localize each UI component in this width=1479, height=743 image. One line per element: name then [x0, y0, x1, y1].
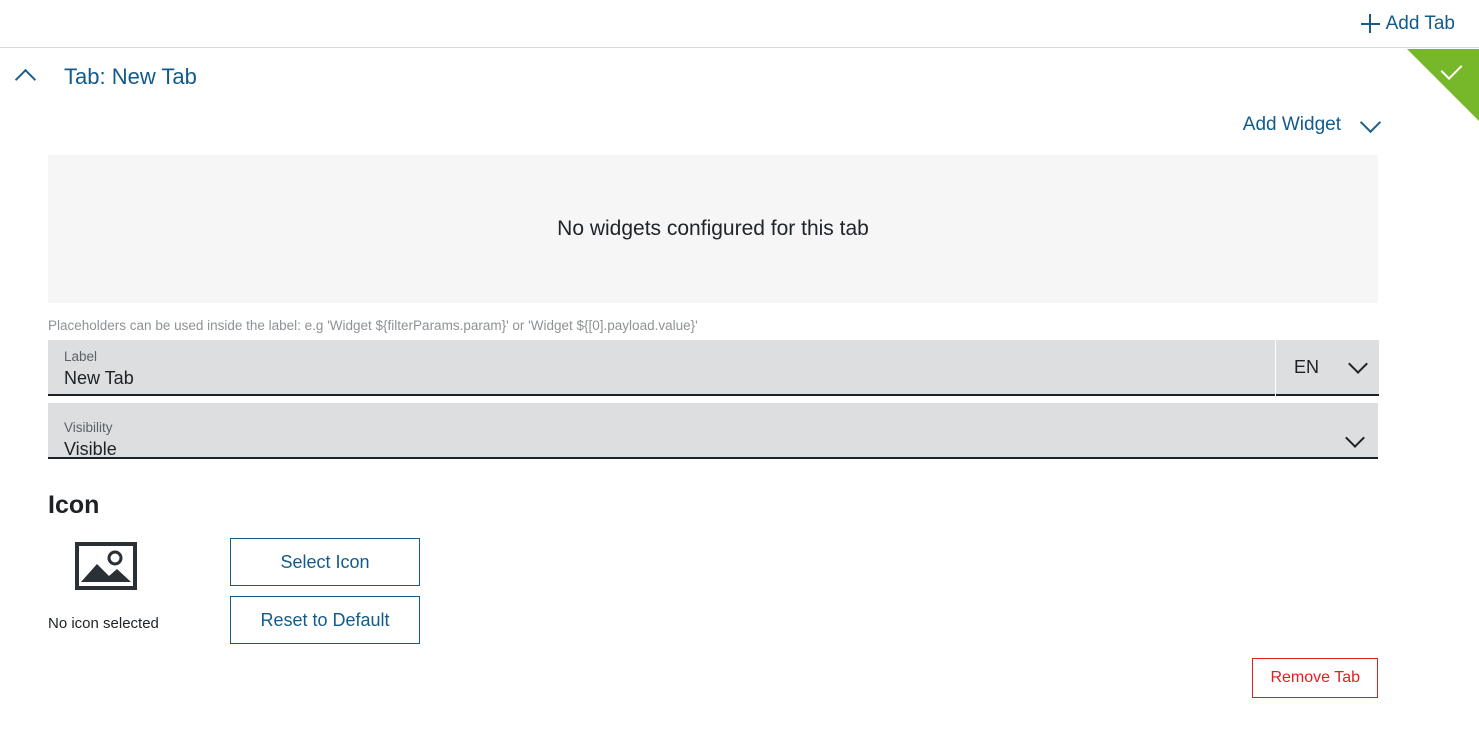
add-widget-button[interactable]: Add Widget [1242, 111, 1382, 136]
visibility-field-row: Visibility Visible [48, 403, 1479, 459]
tab-header: Tab: New Tab [0, 48, 1479, 106]
remove-tab-row: Remove Tab [0, 658, 1479, 698]
visibility-text-group: Visibility Visible [64, 411, 117, 462]
plus-icon [1360, 14, 1380, 33]
visibility-select[interactable]: Visibility Visible [48, 403, 1378, 459]
language-select[interactable]: EN [1276, 340, 1379, 396]
visibility-caption: Visibility [64, 420, 113, 435]
no-icon-selected-label: No icon selected [48, 615, 159, 632]
label-input-value: New Tab [64, 368, 134, 388]
image-placeholder-icon [75, 542, 137, 595]
label-field-row: Label New Tab EN [48, 340, 1479, 396]
page-title: Tab: New Tab [64, 64, 197, 89]
add-tab-label: Add Tab [1385, 12, 1455, 34]
label-input-field[interactable]: Label New Tab [48, 340, 1275, 396]
icon-action-buttons: Select Icon Reset to Default [230, 538, 420, 644]
chevron-up-icon [14, 68, 36, 91]
bottom-divider [24, 734, 1455, 735]
widgets-empty-message: No widgets configured for this tab [557, 217, 869, 240]
widgets-empty-panel: No widgets configured for this tab [48, 155, 1378, 303]
collapse-toggle-button[interactable] [8, 60, 42, 94]
icon-section-heading: Icon [48, 491, 100, 519]
chevron-down-icon [1348, 354, 1368, 374]
icon-section: No icon selected Select Icon Reset to De… [48, 538, 1479, 644]
add-widget-row: Add Widget [0, 106, 1479, 144]
language-select-value: EN [1294, 357, 1320, 377]
visibility-value: Visible [64, 439, 117, 459]
reset-to-default-button[interactable]: Reset to Default [230, 596, 420, 644]
icon-preview-column: No icon selected [48, 538, 230, 632]
select-icon-button[interactable]: Select Icon [230, 538, 420, 586]
chevron-down-icon [1345, 428, 1365, 448]
label-input-caption: Label [64, 349, 98, 364]
add-tab-button[interactable]: Add Tab [1360, 12, 1455, 35]
chevron-down-icon [1359, 111, 1382, 133]
placeholder-hint-text: Placeholders can be used inside the labe… [48, 318, 698, 333]
add-widget-label: Add Widget [1242, 114, 1341, 135]
top-toolbar: Add Tab [0, 0, 1479, 48]
remove-tab-button[interactable]: Remove Tab [1252, 658, 1378, 698]
